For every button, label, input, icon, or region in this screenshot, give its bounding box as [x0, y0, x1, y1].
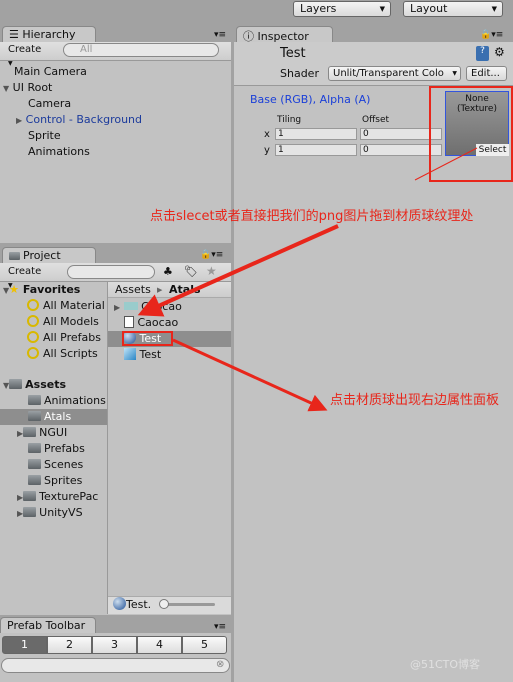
- annotation-drag-hint: 点击slecet或者直接把我们的png图片拖到材质球纹理处: [150, 209, 474, 224]
- arrow-line: [414, 147, 478, 181]
- watermark: @51CTO博客: [410, 658, 481, 671]
- annotation-arrows: [137, 147, 478, 412]
- click-arrow: [172, 338, 328, 412]
- annotation-click-hint: 点击材质球出现右边属性面板: [330, 393, 500, 408]
- drag-arrow: [137, 224, 339, 317]
